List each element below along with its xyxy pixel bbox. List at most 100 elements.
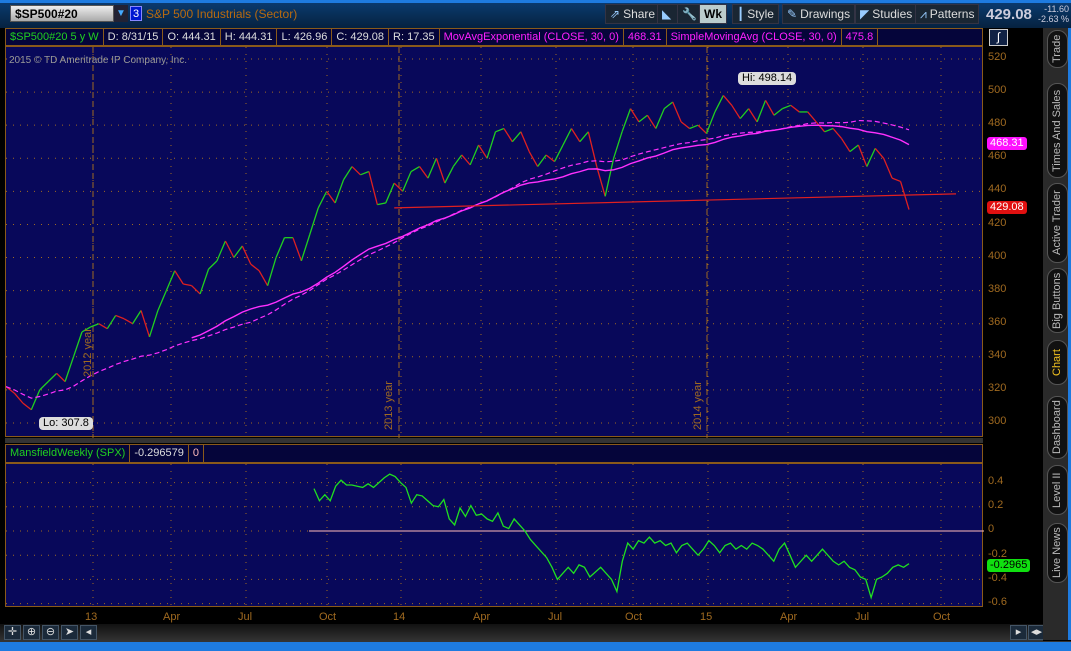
price-segment bbox=[115, 314, 125, 320]
time-tick: 13 bbox=[85, 611, 98, 623]
price-tick: 320 bbox=[988, 382, 1007, 394]
study-tick: -0.4 bbox=[988, 571, 1007, 584]
symbol-input[interactable]: $SP500#20 bbox=[10, 5, 114, 22]
study-tick: 0.4 bbox=[988, 475, 1004, 487]
price-segment bbox=[689, 124, 699, 130]
price-segment bbox=[106, 315, 117, 330]
legend-low: L: 426.96 bbox=[277, 29, 333, 45]
price-segment bbox=[309, 207, 319, 235]
year-label-2012: 2012 year bbox=[82, 328, 94, 377]
price-segment bbox=[553, 144, 564, 162]
scroll-right-icon[interactable]: ▸ bbox=[1010, 625, 1027, 640]
time-tick: Jul bbox=[855, 611, 870, 623]
drawings-label: Drawings bbox=[800, 7, 851, 21]
price-segment bbox=[629, 108, 640, 123]
price-segment bbox=[824, 127, 834, 133]
price-segment bbox=[199, 268, 210, 295]
scroll-left-icon[interactable]: ◂ bbox=[80, 625, 97, 640]
drawing-tool-button[interactable]: ◣ bbox=[657, 4, 680, 24]
patterns-label: Patterns bbox=[929, 7, 975, 21]
share-icon: ⇗ bbox=[610, 7, 621, 21]
tab-trade[interactable]: Trade bbox=[1047, 30, 1068, 68]
bottom-toolbar: ✛ ⊕ ⊖ ➤ ◂ ▸ ◂▸ bbox=[0, 624, 1045, 641]
tab-level-ii[interactable]: Level II bbox=[1047, 465, 1068, 515]
price-segment bbox=[782, 104, 792, 110]
price-tick: 440 bbox=[988, 183, 1007, 196]
price-segment bbox=[385, 182, 395, 204]
tab-big-buttons[interactable]: Big Buttons bbox=[1047, 268, 1068, 333]
price-segment bbox=[360, 170, 370, 176]
price-change: -11.60 -2.63 % bbox=[1038, 4, 1069, 24]
tab-active-trader[interactable]: Active Trader bbox=[1047, 183, 1068, 263]
flask-icon: ◤ bbox=[860, 7, 870, 21]
aggregation-button[interactable]: Wk bbox=[699, 4, 727, 24]
tab-live-news[interactable]: Live News bbox=[1047, 523, 1068, 583]
price-segment bbox=[714, 95, 724, 113]
price-segment bbox=[250, 263, 260, 272]
style-button[interactable]: ┃ Style bbox=[732, 4, 779, 24]
time-tick: Apr bbox=[163, 611, 181, 623]
price-tick: 420 bbox=[988, 216, 1007, 229]
price-segment bbox=[444, 166, 454, 184]
price-segment bbox=[655, 108, 665, 129]
legend-ema-label[interactable]: MovAvgExponential (CLOSE, 30, 0) bbox=[440, 29, 624, 45]
tab-dashboard[interactable]: Dashboard bbox=[1047, 396, 1068, 459]
year-label-2014: 2014 year bbox=[692, 381, 704, 430]
mansfield-panel[interactable] bbox=[5, 463, 984, 608]
price-segment bbox=[790, 104, 800, 113]
price-segment bbox=[832, 128, 842, 139]
price-segment bbox=[570, 128, 581, 143]
price-segment bbox=[13, 392, 24, 404]
price-segment bbox=[47, 372, 58, 383]
chart-expand-icon[interactable]: ∫ bbox=[989, 29, 1008, 46]
style-label: Style bbox=[747, 7, 774, 21]
tab-chart[interactable]: Chart bbox=[1047, 340, 1068, 385]
zoom-out-icon[interactable]: ⊖ bbox=[42, 625, 59, 640]
legend-date: D: 8/31/15 bbox=[104, 29, 164, 45]
ema-line bbox=[191, 124, 910, 339]
price-segment bbox=[621, 108, 632, 133]
patterns-button[interactable]: ⩘ Patterns bbox=[915, 4, 980, 24]
study-tick: 0.2 bbox=[988, 499, 1004, 512]
price-segment bbox=[511, 131, 522, 143]
window-border bbox=[0, 641, 1071, 651]
price-segment bbox=[807, 111, 817, 123]
share-button[interactable]: ⇗ Share bbox=[605, 4, 661, 24]
legend-close: C: 429.08 bbox=[332, 29, 390, 45]
price-tick: 480 bbox=[988, 117, 1007, 130]
price-segment bbox=[39, 381, 49, 391]
time-tick: Apr bbox=[780, 611, 798, 623]
price-segment bbox=[891, 177, 901, 183]
symbol-dropdown-icon[interactable]: ▼ bbox=[114, 5, 128, 22]
link-group-button[interactable]: 3 bbox=[130, 6, 142, 21]
symbol-description: S&P 500 Industrials (Sector) bbox=[146, 7, 298, 21]
price-segment bbox=[731, 104, 741, 119]
price-segment bbox=[874, 147, 885, 159]
time-tick: Apr bbox=[473, 611, 491, 623]
price-segment bbox=[224, 240, 235, 258]
zoom-in-icon[interactable]: ⊕ bbox=[23, 625, 40, 640]
crosshair-icon[interactable]: ✛ bbox=[4, 625, 21, 640]
drawings-button[interactable]: ✎ Drawings bbox=[782, 4, 856, 24]
price-tick: 380 bbox=[988, 282, 1007, 295]
last-price: 429.08 bbox=[986, 6, 1032, 23]
price-segment bbox=[469, 144, 480, 166]
pointer-icon[interactable]: ➤ bbox=[61, 625, 78, 640]
price-segment bbox=[486, 131, 497, 159]
time-tick: 14 bbox=[393, 611, 406, 623]
price-segment bbox=[503, 128, 513, 143]
year-label-2013: 2013 year bbox=[383, 381, 395, 430]
legend-sma-label[interactable]: SimpleMovingAvg (CLOSE, 30, 0) bbox=[667, 29, 842, 45]
tab-times-and-sales[interactable]: Times And Sales bbox=[1047, 83, 1068, 178]
studies-button[interactable]: ◤ Studies bbox=[855, 4, 918, 24]
study-tick: -0.6 bbox=[988, 596, 1007, 608]
copyright-text: 2015 © TD Ameritrade IP Company, Inc. bbox=[9, 55, 188, 66]
sma-line bbox=[6, 119, 910, 399]
price-segment bbox=[123, 318, 133, 325]
eraser-icon: ◣ bbox=[662, 7, 672, 21]
panel-splitter[interactable] bbox=[5, 438, 983, 443]
price-chart-panel[interactable]: 2015 © TD Ameritrade IP Company, Inc. Hi… bbox=[5, 46, 984, 438]
price-segment bbox=[22, 402, 32, 411]
mansfield-label[interactable]: MansfieldWeekly (SPX) bbox=[6, 445, 131, 462]
price-segment bbox=[545, 154, 555, 163]
